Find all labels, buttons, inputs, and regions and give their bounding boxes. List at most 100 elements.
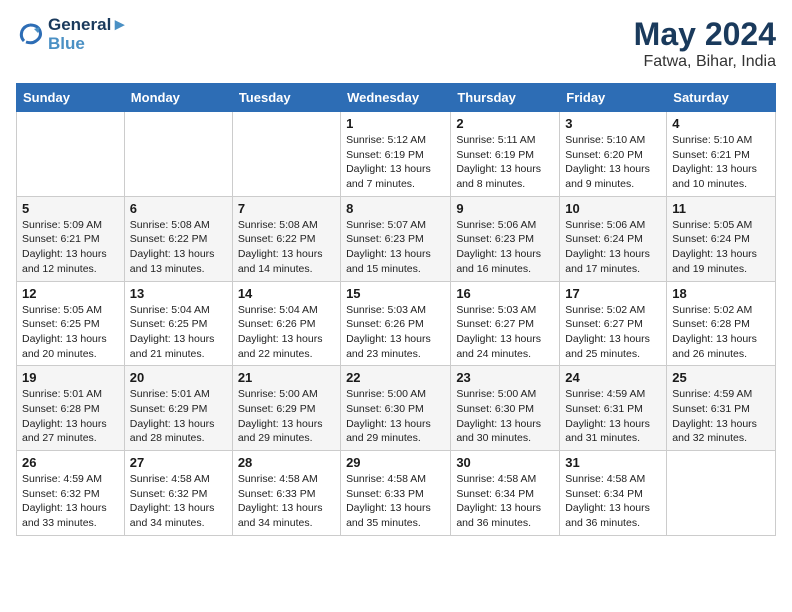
day-info: Sunrise: 5:05 AM Sunset: 6:24 PM Dayligh…	[672, 218, 770, 277]
month-year: May 2024	[634, 16, 776, 53]
day-info: Sunrise: 5:05 AM Sunset: 6:25 PM Dayligh…	[22, 303, 119, 362]
day-number: 11	[672, 201, 770, 216]
day-info: Sunrise: 5:11 AM Sunset: 6:19 PM Dayligh…	[456, 133, 554, 192]
calendar-cell: 9 Sunrise: 5:06 AM Sunset: 6:23 PM Daylig…	[451, 196, 560, 281]
calendar-cell: 30 Sunrise: 4:58 AM Sunset: 6:34 PM Dayli…	[451, 451, 560, 536]
day-info: Sunrise: 4:58 AM Sunset: 6:33 PM Dayligh…	[346, 472, 445, 531]
calendar-cell: 24 Sunrise: 4:59 AM Sunset: 6:31 PM Dayli…	[560, 366, 667, 451]
page-header: General► Blue May 2024 Fatwa, Bihar, Ind…	[16, 16, 776, 71]
day-number: 5	[22, 201, 119, 216]
calendar-cell: 27 Sunrise: 4:58 AM Sunset: 6:32 PM Dayli…	[124, 451, 232, 536]
day-info: Sunrise: 4:58 AM Sunset: 6:33 PM Dayligh…	[238, 472, 335, 531]
title-block: May 2024 Fatwa, Bihar, India	[634, 16, 776, 71]
logo: General► Blue	[16, 16, 128, 53]
weekday-header-thursday: Thursday	[451, 84, 560, 112]
weekday-header-monday: Monday	[124, 84, 232, 112]
day-info: Sunrise: 4:58 AM Sunset: 6:34 PM Dayligh…	[565, 472, 661, 531]
day-info: Sunrise: 4:58 AM Sunset: 6:32 PM Dayligh…	[130, 472, 227, 531]
day-number: 6	[130, 201, 227, 216]
day-info: Sunrise: 5:08 AM Sunset: 6:22 PM Dayligh…	[238, 218, 335, 277]
weekday-header-sunday: Sunday	[17, 84, 125, 112]
week-row-5: 26Sunrise: 4:59 AM Sunset: 6:32 PM Dayli…	[17, 451, 776, 536]
weekday-header-row: SundayMondayTuesdayWednesdayThursdayFrid…	[17, 84, 776, 112]
calendar-cell: 2Sunrise: 5:11 AM Sunset: 6:19 PM Daylig…	[451, 112, 560, 197]
calendar-cell: 3Sunrise: 5:10 AM Sunset: 6:20 PM Daylig…	[560, 112, 667, 197]
day-number: 1	[346, 116, 445, 131]
calendar-cell: 17 Sunrise: 5:02 AM Sunset: 6:27 PM Dayli…	[560, 281, 667, 366]
day-info: Sunrise: 5:00 AM Sunset: 6:30 PM Dayligh…	[456, 387, 554, 446]
calendar-cell	[667, 451, 776, 536]
calendar-cell: 10 Sunrise: 5:06 AM Sunset: 6:24 PM Dayli…	[560, 196, 667, 281]
calendar-cell: 29 Sunrise: 4:58 AM Sunset: 6:33 PM Dayli…	[341, 451, 451, 536]
day-info: Sunrise: 4:59 AM Sunset: 6:31 PM Dayligh…	[672, 387, 770, 446]
day-number: 7	[238, 201, 335, 216]
location: Fatwa, Bihar, India	[634, 53, 776, 71]
day-info: Sunrise: 5:04 AM Sunset: 6:25 PM Dayligh…	[130, 303, 227, 362]
calendar-cell: 12 Sunrise: 5:05 AM Sunset: 6:25 PM Dayli…	[17, 281, 125, 366]
day-number: 27	[130, 455, 227, 470]
day-info: Sunrise: 5:06 AM Sunset: 6:24 PM Dayligh…	[565, 218, 661, 277]
day-info: Sunrise: 5:09 AM Sunset: 6:21 PM Dayligh…	[22, 218, 119, 277]
day-info: Sunrise: 5:08 AM Sunset: 6:22 PM Dayligh…	[130, 218, 227, 277]
day-number: 31	[565, 455, 661, 470]
calendar-cell: 14 Sunrise: 5:04 AM Sunset: 6:26 PM Dayli…	[232, 281, 340, 366]
day-number: 10	[565, 201, 661, 216]
day-info: Sunrise: 5:03 AM Sunset: 6:26 PM Dayligh…	[346, 303, 445, 362]
day-info: Sunrise: 5:02 AM Sunset: 6:27 PM Dayligh…	[565, 303, 661, 362]
calendar-cell: 11 Sunrise: 5:05 AM Sunset: 6:24 PM Dayli…	[667, 196, 776, 281]
calendar-cell	[17, 112, 125, 197]
calendar-cell: 4Sunrise: 5:10 AM Sunset: 6:21 PM Daylig…	[667, 112, 776, 197]
day-number: 14	[238, 286, 335, 301]
day-number: 4	[672, 116, 770, 131]
calendar-table: SundayMondayTuesdayWednesdayThursdayFrid…	[16, 83, 776, 536]
day-info: Sunrise: 5:03 AM Sunset: 6:27 PM Dayligh…	[456, 303, 554, 362]
calendar-cell: 13 Sunrise: 5:04 AM Sunset: 6:25 PM Dayli…	[124, 281, 232, 366]
day-number: 19	[22, 370, 119, 385]
day-info: Sunrise: 5:00 AM Sunset: 6:29 PM Dayligh…	[238, 387, 335, 446]
day-info: Sunrise: 5:04 AM Sunset: 6:26 PM Dayligh…	[238, 303, 335, 362]
weekday-header-wednesday: Wednesday	[341, 84, 451, 112]
day-info: Sunrise: 5:01 AM Sunset: 6:28 PM Dayligh…	[22, 387, 119, 446]
calendar-cell: 22Sunrise: 5:00 AM Sunset: 6:30 PM Dayli…	[341, 366, 451, 451]
day-info: Sunrise: 5:06 AM Sunset: 6:23 PM Dayligh…	[456, 218, 554, 277]
weekday-header-friday: Friday	[560, 84, 667, 112]
day-number: 26	[22, 455, 119, 470]
calendar-cell: 28Sunrise: 4:58 AM Sunset: 6:33 PM Dayli…	[232, 451, 340, 536]
day-info: Sunrise: 5:02 AM Sunset: 6:28 PM Dayligh…	[672, 303, 770, 362]
weekday-header-saturday: Saturday	[667, 84, 776, 112]
calendar-cell: 19 Sunrise: 5:01 AM Sunset: 6:28 PM Dayli…	[17, 366, 125, 451]
calendar-cell: 6 Sunrise: 5:08 AM Sunset: 6:22 PM Daylig…	[124, 196, 232, 281]
day-number: 12	[22, 286, 119, 301]
calendar-cell: 26Sunrise: 4:59 AM Sunset: 6:32 PM Dayli…	[17, 451, 125, 536]
calendar-cell: 18 Sunrise: 5:02 AM Sunset: 6:28 PM Dayli…	[667, 281, 776, 366]
logo-icon	[16, 21, 44, 49]
day-number: 15	[346, 286, 445, 301]
week-row-1: 1 Sunrise: 5:12 AM Sunset: 6:19 PM Daylig…	[17, 112, 776, 197]
calendar-cell: 8Sunrise: 5:07 AM Sunset: 6:23 PM Daylig…	[341, 196, 451, 281]
calendar-cell: 1 Sunrise: 5:12 AM Sunset: 6:19 PM Daylig…	[341, 112, 451, 197]
calendar-cell: 21 Sunrise: 5:00 AM Sunset: 6:29 PM Dayli…	[232, 366, 340, 451]
day-info: Sunrise: 4:58 AM Sunset: 6:34 PM Dayligh…	[456, 472, 554, 531]
weekday-header-tuesday: Tuesday	[232, 84, 340, 112]
day-info: Sunrise: 5:01 AM Sunset: 6:29 PM Dayligh…	[130, 387, 227, 446]
day-number: 30	[456, 455, 554, 470]
day-number: 9	[456, 201, 554, 216]
day-number: 29	[346, 455, 445, 470]
day-number: 13	[130, 286, 227, 301]
day-number: 17	[565, 286, 661, 301]
calendar-cell: 31 Sunrise: 4:58 AM Sunset: 6:34 PM Dayli…	[560, 451, 667, 536]
calendar-cell: 16Sunrise: 5:03 AM Sunset: 6:27 PM Dayli…	[451, 281, 560, 366]
day-number: 8	[346, 201, 445, 216]
calendar-cell: 25 Sunrise: 4:59 AM Sunset: 6:31 PM Dayli…	[667, 366, 776, 451]
day-number: 18	[672, 286, 770, 301]
day-number: 21	[238, 370, 335, 385]
day-info: Sunrise: 5:10 AM Sunset: 6:20 PM Dayligh…	[565, 133, 661, 192]
week-row-2: 5 Sunrise: 5:09 AM Sunset: 6:21 PM Daylig…	[17, 196, 776, 281]
day-number: 23	[456, 370, 554, 385]
day-info: Sunrise: 4:59 AM Sunset: 6:31 PM Dayligh…	[565, 387, 661, 446]
day-number: 24	[565, 370, 661, 385]
day-number: 20	[130, 370, 227, 385]
calendar-cell: 7 Sunrise: 5:08 AM Sunset: 6:22 PM Daylig…	[232, 196, 340, 281]
day-info: Sunrise: 5:12 AM Sunset: 6:19 PM Dayligh…	[346, 133, 445, 192]
day-number: 25	[672, 370, 770, 385]
